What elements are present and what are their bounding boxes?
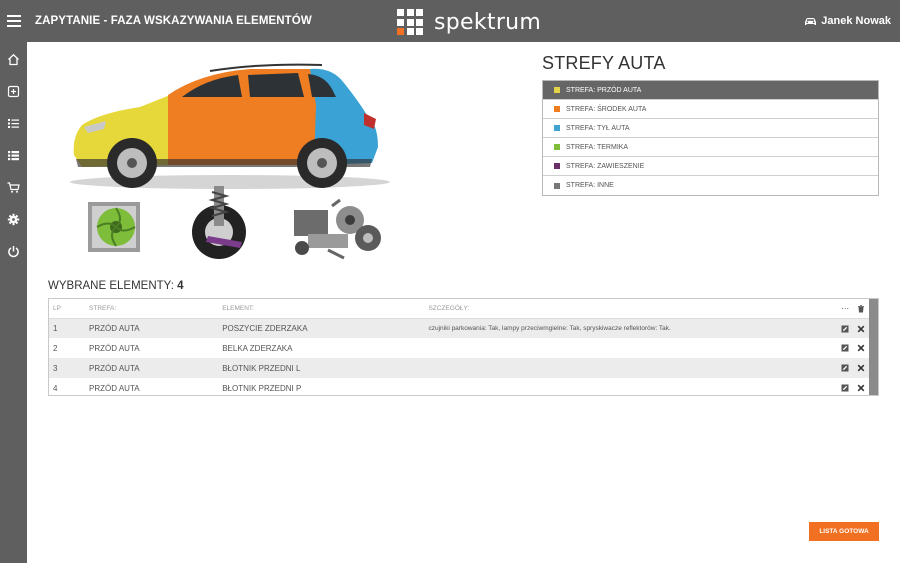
cell-actions [828, 318, 869, 338]
zone-label: STREFA: TERMIKA [566, 143, 629, 151]
gear-icon [7, 213, 20, 225]
cell-actions [828, 358, 869, 378]
close-icon[interactable] [857, 364, 865, 372]
list-numbered-icon [8, 118, 19, 128]
cell-actions [829, 338, 869, 358]
cell-details [428, 358, 829, 378]
cell-zone: PRZÓD AUTA [89, 383, 140, 393]
column-header-lp: LP [49, 299, 90, 319]
other-parts-image[interactable] [288, 196, 384, 262]
cell-details: czujniki parkowania: Tak, lampy przeciwm… [428, 318, 829, 338]
table-row: 4 PRZÓD AUTA BŁOTNIK PRZEDNI P [49, 378, 869, 395]
menu-button[interactable] [0, 0, 27, 42]
car-zones-image[interactable] [60, 55, 400, 195]
selected-label: WYBRANE ELEMENTY: [48, 280, 174, 292]
sidebar-item-home[interactable] [0, 48, 27, 70]
zone-label: STREFA: INNE [566, 182, 614, 189]
cell-details [428, 338, 828, 358]
zone-color-swatch [554, 106, 560, 112]
zones-list: STREFA: PRZÓD AUTA STREFA: ŚRODEK AUTA S… [542, 80, 879, 196]
table-header-row: LP STREFA: ELEMENT: SZCZEGÓŁY: ··· [49, 299, 869, 319]
close-icon[interactable] [857, 344, 865, 352]
zone-item-other[interactable]: STREFA: INNE [543, 176, 878, 195]
column-header-element: ELEMENT: [222, 299, 429, 319]
table-row: 1 PRZÓD AUTA POSZYCIE ZDERZAKA czujniki … [49, 318, 869, 338]
zone-label: STREFA: TYŁ AUTA [566, 124, 630, 132]
cell-lp: 3 [49, 358, 90, 378]
close-icon[interactable] [857, 384, 865, 392]
selected-elements-title: WYBRANE ELEMENTY: 4 [48, 280, 184, 292]
zone-color-swatch [554, 87, 560, 93]
cell-lp: 1 [49, 318, 90, 338]
cell-zone: PRZÓD AUTA [89, 318, 223, 338]
zone-label: STREFA: PRZÓD AUTA [566, 86, 642, 94]
cart-icon [7, 181, 20, 193]
zone-item-thermal[interactable]: STREFA: TERMIKA [543, 138, 878, 157]
zone-color-swatch [554, 182, 560, 189]
radiator-icon [88, 202, 140, 252]
table-scrollbar[interactable] [869, 299, 878, 395]
cell-lp: 2 [53, 343, 58, 353]
zone-color-swatch [554, 144, 560, 150]
table-row: 2 PRZÓD AUTA BELKA ZDERZAKA [49, 338, 869, 358]
edit-icon[interactable] [841, 364, 849, 372]
edit-icon[interactable] [841, 325, 849, 333]
logo-grid-icon [397, 9, 423, 35]
zone-label: STREFA: ŚRODEK AUTA [566, 105, 647, 113]
cell-lp: 4 [53, 383, 58, 393]
column-header-details: SZCZEGÓŁY: [428, 299, 829, 319]
user-menu[interactable]: Janek Nowak [804, 0, 891, 42]
sidebar [0, 42, 27, 563]
list-ready-button[interactable]: LISTA GOTOWA [809, 522, 879, 541]
sidebar-item-cart[interactable] [0, 176, 27, 198]
zones-title: STREFY AUTA [542, 53, 666, 73]
selected-elements-table: LP STREFA: ELEMENT: SZCZEGÓŁY: ··· 1 PRZ… [48, 298, 879, 396]
zone-item-rear[interactable]: STREFA: TYŁ AUTA [543, 119, 878, 138]
suspension-parts-image[interactable] [190, 184, 248, 262]
thermal-parts-image[interactable] [84, 194, 148, 260]
zone-label: STREFA: ZAWIESZENIE [566, 162, 645, 170]
suspension-icon [192, 186, 246, 259]
trash-icon[interactable] [857, 305, 865, 313]
column-header-actions: ··· [828, 299, 869, 319]
power-icon [8, 245, 19, 257]
edit-icon[interactable] [841, 344, 849, 352]
car-illustration [70, 63, 390, 189]
cell-actions [829, 378, 869, 395]
sidebar-item-logout[interactable] [0, 240, 27, 262]
more-options-button[interactable]: ··· [841, 304, 849, 313]
sidebar-item-add[interactable] [0, 80, 27, 102]
zone-item-suspension[interactable]: STREFA: ZAWIESZENIE [543, 157, 878, 176]
zone-item-middle[interactable]: STREFA: ŚRODEK AUTA [543, 100, 878, 119]
cell-element: BŁOTNIK PRZEDNI L [222, 358, 429, 378]
hamburger-icon [6, 15, 21, 27]
misc-parts-icon [294, 198, 381, 260]
sidebar-item-settings[interactable] [0, 208, 27, 230]
page-title: ZAPYTANIE - FAZA WSKAZYWANIA ELEMENTÓW [35, 15, 312, 27]
brand-name: spektrum [434, 9, 542, 35]
cell-zone: PRZÓD AUTA [89, 358, 223, 378]
selected-count: 4 [177, 280, 184, 292]
table-row: 3 PRZÓD AUTA BŁOTNIK PRZEDNI L [49, 358, 869, 378]
cell-element: BŁOTNIK PRZEDNI P [222, 383, 302, 393]
column-header-zone: STREFA: [89, 299, 223, 319]
zone-color-swatch [554, 125, 560, 131]
cell-element: BELKA ZDERZAKA [222, 343, 293, 353]
zone-item-front[interactable]: STREFA: PRZÓD AUTA [543, 81, 878, 100]
edit-icon[interactable] [841, 384, 849, 392]
home-icon [8, 53, 19, 65]
close-icon[interactable] [857, 325, 865, 333]
cell-element: POSZYCIE ZDERZAKA [222, 318, 429, 338]
user-name: Janek Nowak [821, 15, 891, 27]
cell-zone: PRZÓD AUTA [89, 343, 140, 353]
top-bar: ZAPYTANIE - FAZA WSKAZYWANIA ELEMENTÓW s… [0, 0, 900, 42]
sidebar-item-list-numbered[interactable] [0, 112, 27, 134]
list-icon [8, 150, 19, 160]
car-icon [805, 17, 817, 25]
zone-color-swatch [554, 163, 560, 169]
brand-logo[interactable]: spektrum [397, 8, 541, 36]
cell-details [428, 378, 828, 395]
add-icon [7, 85, 20, 97]
sidebar-item-list[interactable] [0, 144, 27, 166]
